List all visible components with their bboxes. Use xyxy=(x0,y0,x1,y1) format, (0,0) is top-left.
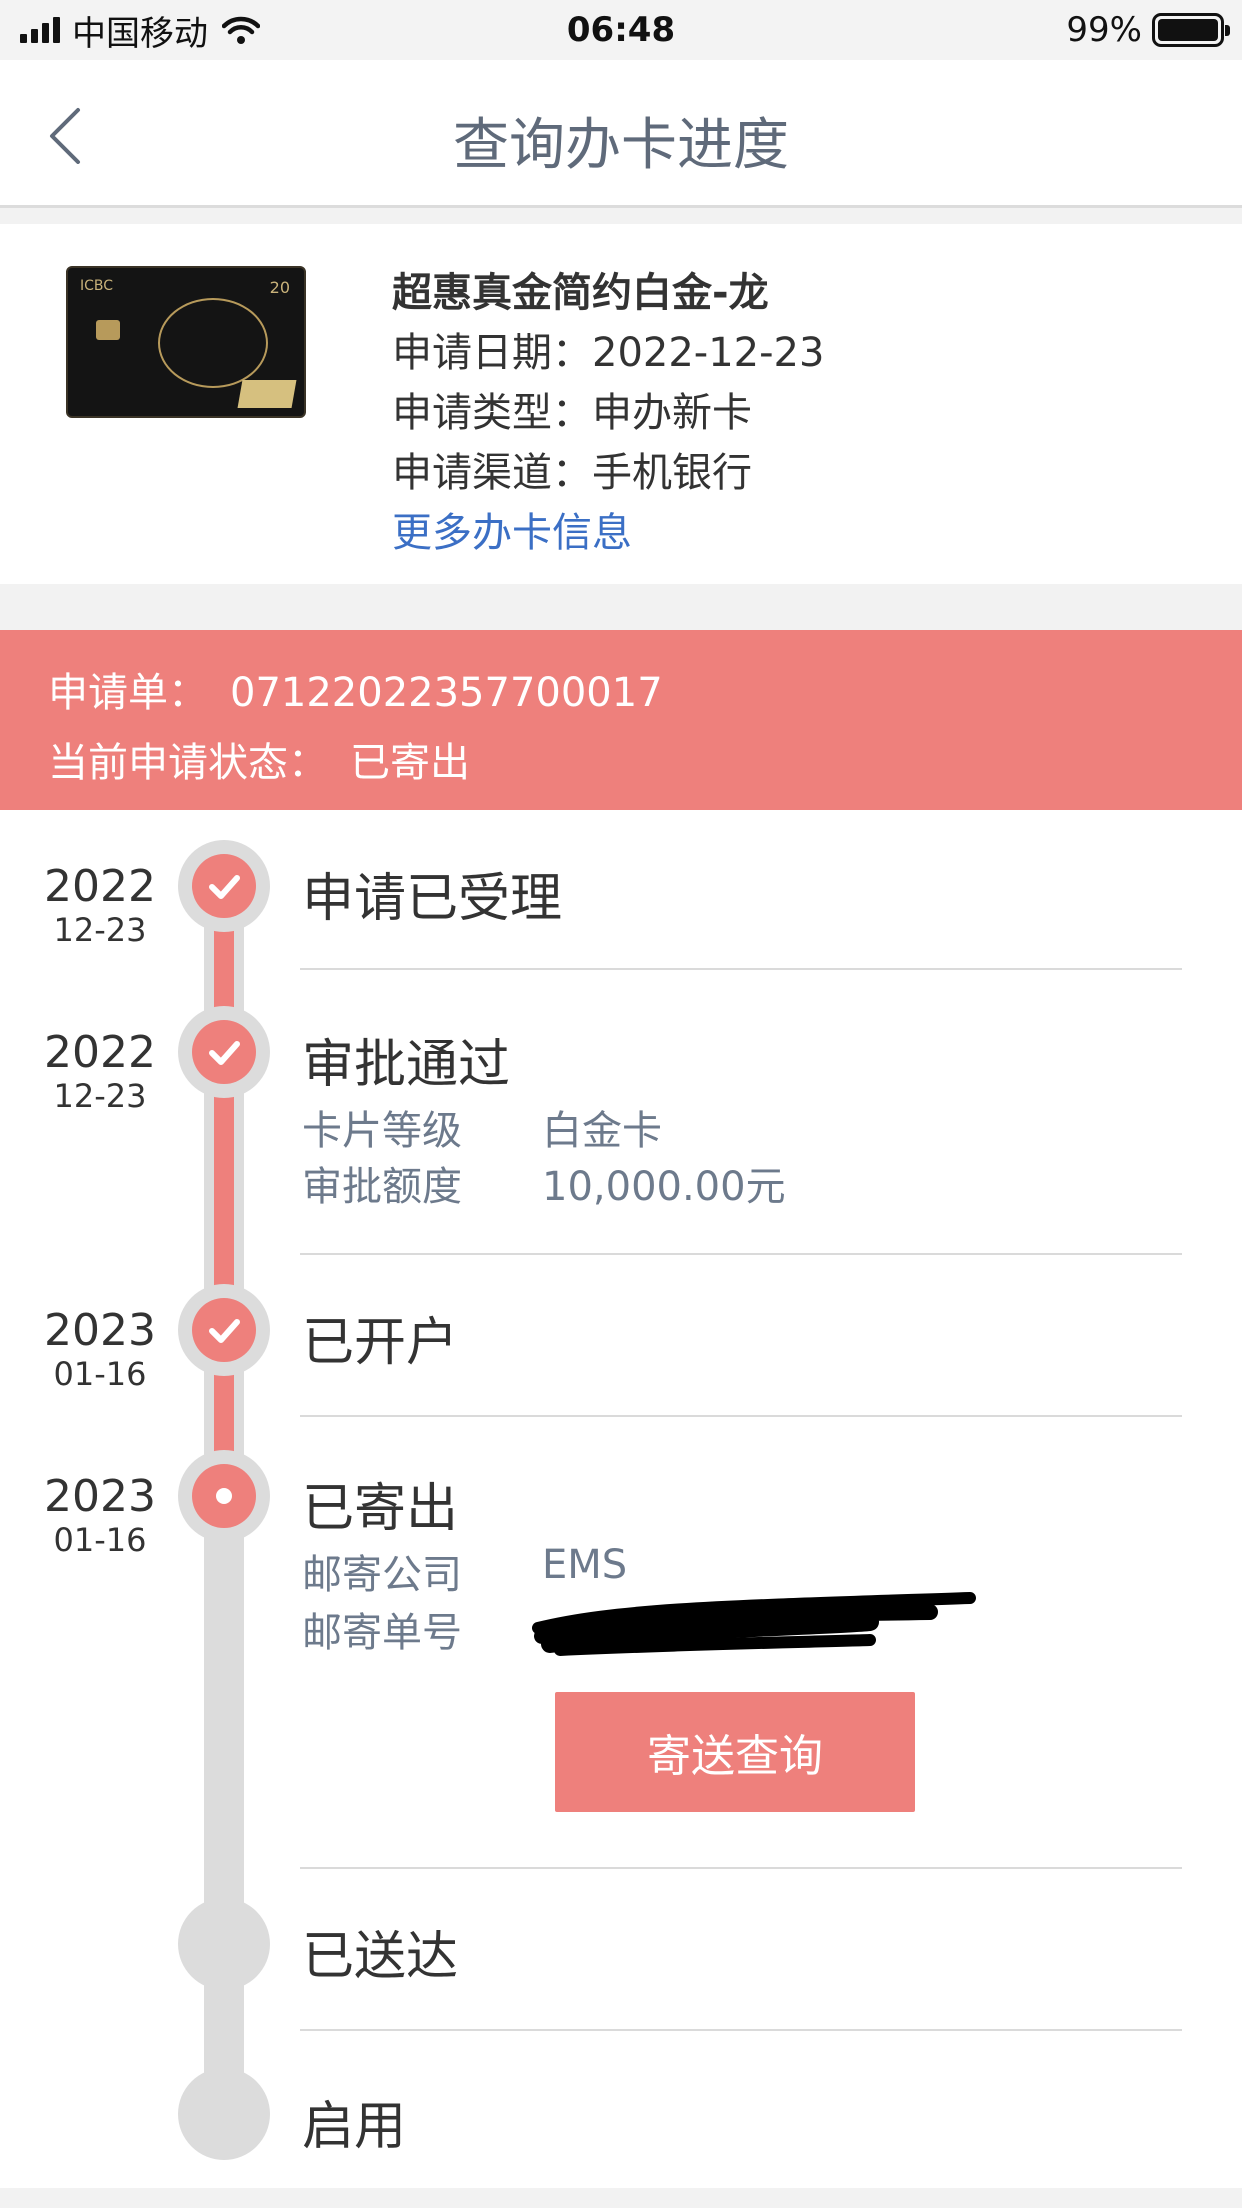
card-network-icon xyxy=(237,380,297,408)
card-chip-icon xyxy=(96,320,120,340)
progress-timeline: 2022 12-23 申请已受理 2022 12-23 审批通过 卡片等级 白金卡 … xyxy=(0,810,1242,2188)
step-title: 已送达 xyxy=(302,1927,459,1987)
clock: 06:48 xyxy=(566,10,676,50)
more-card-info-link[interactable]: 更多办卡信息 xyxy=(392,500,632,558)
divider xyxy=(300,1253,1182,1255)
courier-label: 邮寄公司 xyxy=(302,1552,462,1598)
application-status-banner: 申请单： 07122022357700017 当前申请状态： 已寄出 xyxy=(0,630,1242,810)
step-title: 申请已受理 xyxy=(302,869,563,929)
check-icon xyxy=(209,875,240,899)
divider xyxy=(300,1415,1182,1417)
check-icon xyxy=(209,1041,240,1065)
step-title: 已开户 xyxy=(302,1313,459,1373)
credit-limit-value: 10,000.00元 xyxy=(542,1164,786,1210)
step-done-node xyxy=(178,840,270,932)
step-done-node xyxy=(178,1284,270,1376)
status-value: 已寄出 xyxy=(350,740,470,786)
card-level-label: 卡片等级 xyxy=(302,1108,462,1154)
step-title: 启用 xyxy=(302,2097,407,2157)
dragon-emblem-icon xyxy=(158,298,268,388)
bank-logo-icon: ICBC xyxy=(80,278,114,294)
divider xyxy=(300,2029,1182,2031)
card-level-value: 白金卡 xyxy=(542,1108,662,1154)
apply-channel: 申请渠道：手机银行 xyxy=(392,450,752,496)
apply-date: 申请日期：2022-12-23 xyxy=(392,330,825,376)
step-date: 2023 01-16 xyxy=(44,1305,156,1393)
card-info-section: ICBC 20 超惠真金简约白金-龙 申请日期：2022-12-23 申请类型：… xyxy=(0,224,1242,584)
apply-type: 申请类型：申办新卡 xyxy=(392,390,752,436)
step-title: 已寄出 xyxy=(302,1479,459,1539)
step-date: 2022 12-23 xyxy=(44,1027,156,1115)
check-icon xyxy=(209,1319,240,1343)
credit-limit-label: 审批额度 xyxy=(302,1164,462,1210)
battery-percent: 99% xyxy=(1066,10,1142,50)
battery-icon xyxy=(1152,13,1230,47)
step-date: 2022 12-23 xyxy=(44,861,156,949)
step-title: 审批通过 xyxy=(302,1035,511,1095)
status-bar: 中国移动 06:48 99% xyxy=(0,0,1242,60)
step-current-node xyxy=(178,1450,270,1542)
courier-value: EMS xyxy=(542,1542,628,1588)
navigation-bar: 查询办卡进度 xyxy=(0,60,1242,208)
tracking-number-label: 邮寄单号 xyxy=(302,1610,462,1656)
card-mark-icon: 20 xyxy=(269,278,290,297)
step-done-node xyxy=(178,1006,270,1098)
card-name: 超惠真金简约白金-龙 xyxy=(392,270,769,316)
card-image: ICBC 20 xyxy=(66,266,306,418)
divider xyxy=(300,1867,1182,1869)
redaction-scribble xyxy=(532,1592,976,1656)
page-title: 查询办卡进度 xyxy=(453,113,789,178)
step-pending-node xyxy=(178,2068,270,2160)
application-number-label: 申请单： xyxy=(48,670,208,716)
step-date: 2023 01-16 xyxy=(44,1471,156,1559)
application-status-row: 当前申请状态： 已寄出 xyxy=(48,730,470,788)
status-label: 当前申请状态： xyxy=(48,740,328,786)
track-shipment-button[interactable]: 寄送查询 xyxy=(555,1692,915,1812)
application-number: 07122022357700017 xyxy=(230,670,663,716)
current-dot-icon xyxy=(216,1488,232,1504)
step-pending-node xyxy=(178,1898,270,1990)
application-number-row: 申请单： 07122022357700017 xyxy=(48,660,663,718)
timeline-progress xyxy=(214,880,234,1540)
divider xyxy=(300,968,1182,970)
